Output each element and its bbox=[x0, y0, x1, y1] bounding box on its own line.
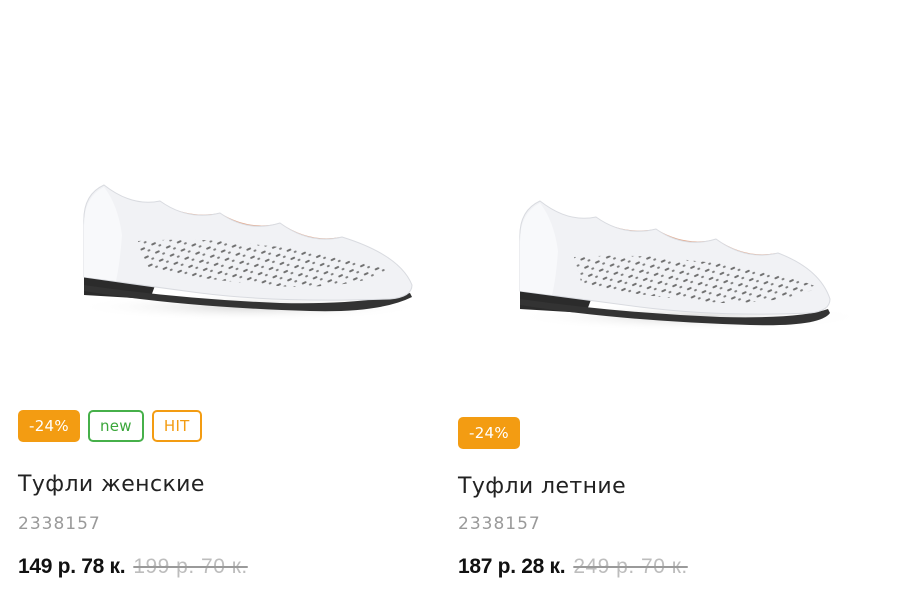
hit-badge: HIT bbox=[151, 410, 202, 442]
old-price: 199 р. 70 к. bbox=[133, 555, 248, 578]
current-price: 149 р. 78 к. bbox=[18, 555, 126, 578]
price-row: 149 р. 78 к. 199 р. 70 к. bbox=[18, 555, 248, 579]
product-image-shoe[interactable] bbox=[500, 175, 880, 355]
product-title[interactable]: Туфли летние bbox=[458, 474, 626, 499]
product-sku: 2338157 bbox=[458, 514, 541, 534]
discount-badge: -24% bbox=[18, 410, 80, 442]
current-price: 187 р. 28 к. bbox=[458, 555, 566, 578]
product-card[interactable]: -24% Туфли летние 2338157 187 р. 28 к. 2… bbox=[440, 0, 865, 600]
price-row: 187 р. 28 к. 249 р. 70 к. bbox=[458, 555, 688, 579]
product-title[interactable]: Туфли женские bbox=[18, 472, 205, 497]
old-price: 249 р. 70 к. bbox=[573, 555, 688, 578]
product-sku: 2338157 bbox=[18, 514, 101, 534]
product-image-shoe[interactable] bbox=[60, 165, 440, 345]
discount-badge: -24% bbox=[458, 417, 520, 449]
product-card[interactable]: -24% new HIT Туфли женские 2338157 149 р… bbox=[0, 0, 425, 600]
badges: -24% bbox=[458, 417, 520, 449]
badges: -24% new HIT bbox=[18, 410, 202, 442]
new-badge: new bbox=[87, 410, 144, 442]
